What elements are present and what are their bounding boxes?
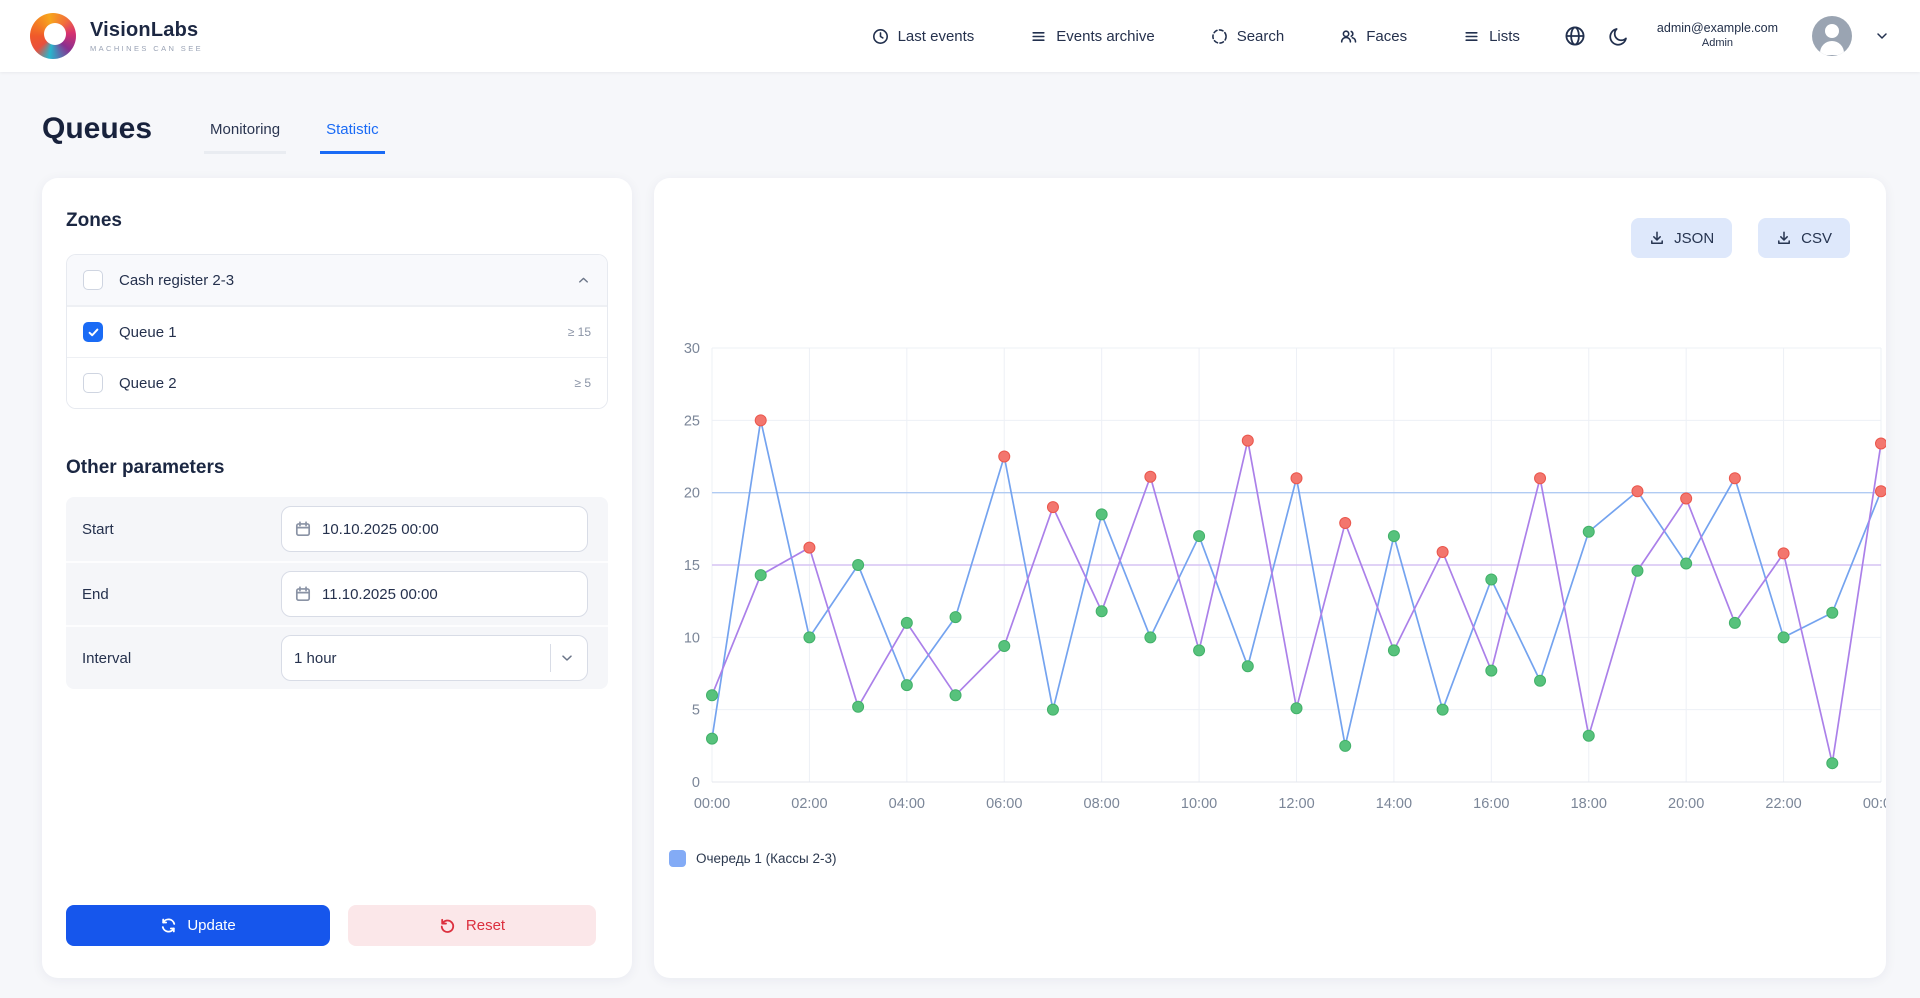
end-date-input[interactable]: 11.10.2025 00:00 — [281, 571, 588, 617]
svg-text:25: 25 — [684, 413, 700, 429]
svg-text:22:00: 22:00 — [1765, 796, 1801, 812]
svg-text:14:00: 14:00 — [1376, 796, 1412, 812]
param-row-end: End 11.10.2025 00:00 — [66, 561, 608, 625]
interval-select[interactable]: 1 hour — [281, 635, 588, 681]
zone-group-checkbox[interactable] — [83, 270, 103, 290]
svg-text:30: 30 — [684, 341, 700, 357]
visionlabs-logo-icon — [30, 13, 76, 59]
queue-1-checkbox[interactable] — [83, 322, 103, 342]
svg-text:18:00: 18:00 — [1571, 796, 1607, 812]
start-date-value: 10.10.2025 00:00 — [322, 521, 439, 538]
other-parameters-title: Other parameters — [66, 455, 608, 481]
svg-text:12:00: 12:00 — [1278, 796, 1314, 812]
interval-label: Interval — [82, 650, 131, 667]
chevron-up-icon[interactable] — [576, 273, 591, 288]
svg-text:10: 10 — [684, 630, 700, 646]
brand-name: VisionLabs — [90, 19, 203, 42]
svg-text:20:00: 20:00 — [1668, 796, 1704, 812]
nav-item-lists[interactable]: Lists — [1463, 28, 1520, 45]
nav-item-last-events[interactable]: Last events — [872, 28, 975, 45]
update-button-label: Update — [187, 917, 235, 934]
nav-label: Lists — [1489, 28, 1520, 45]
svg-text:15: 15 — [684, 558, 700, 574]
export-json-label: JSON — [1674, 230, 1714, 247]
zones-list: Cash register 2-3 Queue 1 ≥ 15 Queue 2 ≥… — [66, 254, 608, 409]
param-row-start: Start 10.10.2025 00:00 — [66, 497, 608, 561]
svg-text:02:00: 02:00 — [791, 796, 827, 812]
svg-text:10:00: 10:00 — [1181, 796, 1217, 812]
start-label: Start — [82, 521, 114, 538]
zones-title: Zones — [66, 208, 608, 234]
end-date-value: 11.10.2025 00:00 — [322, 586, 438, 603]
update-button[interactable]: Update — [66, 905, 330, 946]
queue-2-checkbox[interactable] — [83, 373, 103, 393]
clock-icon — [872, 28, 889, 45]
legend-swatch — [669, 850, 686, 867]
app-header: VisionLabs MACHINES CAN SEE Last events … — [0, 0, 1920, 72]
moon-icon[interactable] — [1608, 26, 1629, 47]
queue-1-threshold: ≥ 15 — [568, 325, 591, 339]
interval-value: 1 hour — [294, 650, 337, 667]
avatar[interactable] — [1812, 16, 1852, 56]
reset-button[interactable]: Reset — [348, 905, 596, 946]
main-nav: Last events Events archive Search Faces … — [872, 28, 1520, 45]
zone-group-row[interactable]: Cash register 2-3 — [67, 255, 607, 306]
svg-text:06:00: 06:00 — [986, 796, 1022, 812]
chart-legend: Очередь 1 (Кассы 2-3) — [669, 850, 837, 867]
export-csv-label: CSV — [1801, 230, 1832, 247]
nav-label: Search — [1237, 28, 1285, 45]
zone-row-queue-1[interactable]: Queue 1 ≥ 15 — [67, 306, 607, 357]
tabs: Monitoring Statistic — [204, 121, 385, 154]
page-title: Queues — [42, 112, 152, 154]
nav-label: Faces — [1366, 28, 1407, 45]
statistics-chart-panel: JSON CSV 0 5 10 15 20 25 30 00:00 02:00 04:00 06:0… — [654, 178, 1886, 978]
start-date-input[interactable]: 10.10.2025 00:00 — [281, 506, 588, 552]
queue-line-chart[interactable]: 0 5 10 15 20 25 30 00:00 02:00 04:00 06:00 08:00 10:… — [654, 308, 1886, 818]
nav-label: Last events — [898, 28, 975, 45]
people-icon — [1340, 28, 1357, 45]
svg-text:16:00: 16:00 — [1473, 796, 1509, 812]
brand[interactable]: VisionLabs MACHINES CAN SEE — [30, 13, 203, 59]
svg-text:00:00: 00:00 — [1863, 796, 1886, 812]
parameters-table: Start 10.10.2025 00:00 End 11.10.2025 00… — [66, 497, 608, 689]
divider — [550, 644, 551, 672]
svg-text:0: 0 — [692, 775, 700, 791]
export-csv-button[interactable]: CSV — [1758, 218, 1850, 258]
nav-item-faces[interactable]: Faces — [1340, 28, 1407, 45]
list-icon — [1463, 28, 1480, 45]
calendar-icon — [294, 520, 312, 538]
user-email: admin@example.com — [1657, 21, 1778, 37]
svg-text:20: 20 — [684, 486, 700, 502]
nav-item-events-archive[interactable]: Events archive — [1030, 28, 1154, 45]
queue-2-label: Queue 2 — [119, 375, 177, 392]
reset-button-label: Reset — [466, 917, 505, 934]
param-row-interval: Interval 1 hour — [66, 625, 608, 689]
user-info[interactable]: admin@example.com Admin — [1657, 21, 1778, 50]
legend-label: Очередь 1 (Кассы 2-3) — [696, 851, 837, 866]
svg-text:08:00: 08:00 — [1084, 796, 1120, 812]
brand-tagline: MACHINES CAN SEE — [90, 44, 203, 53]
queue-2-threshold: ≥ 5 — [574, 376, 591, 390]
filters-panel: Zones Cash register 2-3 Queue 1 ≥ 15 Que… — [42, 178, 632, 978]
nav-item-search[interactable]: Search — [1211, 28, 1285, 45]
chevron-down-icon — [559, 650, 575, 666]
svg-text:04:00: 04:00 — [889, 796, 925, 812]
scan-icon — [1211, 28, 1228, 45]
globe-icon[interactable] — [1564, 25, 1586, 47]
chevron-down-icon[interactable] — [1874, 28, 1890, 44]
list-icon — [1030, 28, 1047, 45]
nav-label: Events archive — [1056, 28, 1154, 45]
zone-row-queue-2[interactable]: Queue 2 ≥ 5 — [67, 357, 607, 408]
queue-1-label: Queue 1 — [119, 324, 177, 341]
export-json-button[interactable]: JSON — [1631, 218, 1732, 258]
tab-statistic[interactable]: Statistic — [320, 121, 385, 154]
calendar-icon — [294, 585, 312, 603]
svg-text:00:00: 00:00 — [694, 796, 730, 812]
user-role: Admin — [1657, 37, 1778, 51]
zone-group-label: Cash register 2-3 — [119, 272, 234, 289]
end-label: End — [82, 586, 109, 603]
svg-text:5: 5 — [692, 703, 700, 719]
tab-monitoring[interactable]: Monitoring — [204, 121, 286, 154]
